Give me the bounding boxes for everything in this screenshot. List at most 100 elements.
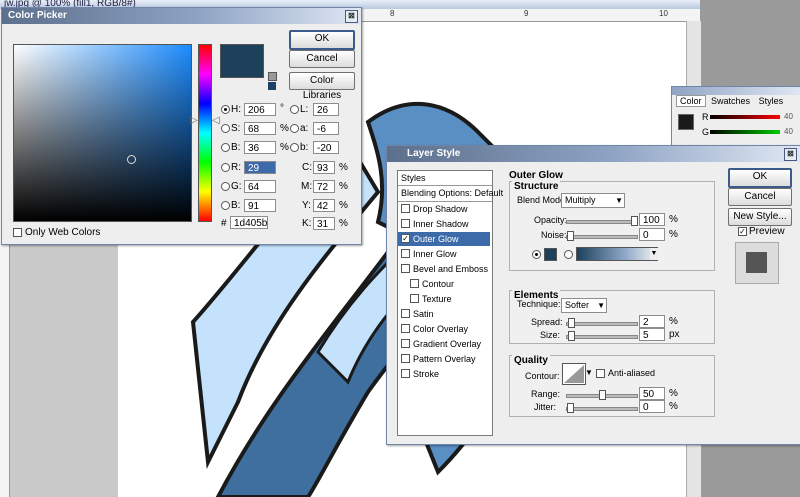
blend-mode-select[interactable]: Multiply ▼ — [561, 193, 625, 208]
l-radio[interactable] — [290, 105, 299, 114]
lab-b-field[interactable]: -20 — [313, 141, 339, 154]
hue-right-arrow-icon[interactable]: ◁ — [212, 115, 220, 126]
style-item-inner-shadow[interactable]: Inner Shadow — [398, 217, 490, 231]
style-item-checkbox[interactable] — [401, 324, 410, 333]
spread-field[interactable]: 2 — [639, 315, 665, 328]
style-item-checkbox[interactable] — [401, 204, 410, 213]
style-item-drop-shadow[interactable]: Drop Shadow — [398, 202, 490, 216]
style-item-stroke[interactable]: Stroke — [398, 367, 490, 381]
h-field[interactable]: 206 — [244, 103, 276, 116]
r-field[interactable]: 29 — [244, 161, 276, 174]
style-item-contour[interactable]: Contour — [398, 277, 490, 291]
preview-checkbox[interactable]: ✓ — [738, 227, 747, 236]
style-item-color-overlay[interactable]: Color Overlay — [398, 322, 490, 336]
range-field[interactable]: 50 — [639, 387, 665, 400]
color-picker-titlebar[interactable]: Color Picker ⊠ — [2, 8, 361, 24]
style-item-pattern-overlay[interactable]: Pattern Overlay — [398, 352, 490, 366]
g-radio[interactable] — [221, 182, 230, 191]
chevron-down-icon[interactable]: ▼ — [585, 368, 593, 377]
style-item-outer-glow[interactable]: ✓ Outer Glow — [398, 232, 490, 246]
s-radio[interactable] — [221, 124, 230, 133]
size-slider[interactable] — [566, 331, 638, 341]
hue-left-arrow-icon[interactable]: ▷ — [190, 115, 198, 126]
m-field[interactable]: 72 — [313, 180, 335, 193]
gradient-radio[interactable] — [564, 250, 573, 259]
style-item-texture[interactable]: Texture — [398, 292, 490, 306]
spread-slider[interactable] — [566, 318, 638, 328]
close-icon[interactable]: ⊠ — [784, 148, 797, 161]
c-field[interactable]: 93 — [313, 161, 335, 174]
g-field[interactable]: 64 — [244, 180, 276, 193]
anti-aliased-checkbox[interactable] — [596, 369, 605, 378]
technique-select[interactable]: Softer ▼ — [561, 298, 607, 313]
tab-swatches[interactable]: Swatches — [708, 96, 753, 106]
y-field[interactable]: 42 — [313, 199, 335, 212]
noise-slider[interactable] — [566, 231, 638, 241]
tab-color[interactable]: Color — [676, 95, 706, 107]
size-slider-thumb[interactable] — [568, 331, 575, 341]
g-slider[interactable] — [710, 130, 780, 134]
jitter-slider-thumb[interactable] — [567, 403, 574, 413]
color-field-picker-ring[interactable] — [127, 155, 136, 164]
tab-styles[interactable]: Styles — [756, 96, 787, 106]
noise-field[interactable]: 0 — [639, 228, 665, 241]
k-field[interactable]: 31 — [313, 217, 335, 230]
chevron-down-icon[interactable]: ▼ — [615, 194, 623, 207]
foreground-swatch[interactable] — [678, 114, 694, 130]
lab-b-radio[interactable] — [290, 143, 299, 152]
jitter-field[interactable]: 0 — [639, 400, 665, 413]
r-value[interactable]: 40 — [784, 112, 793, 121]
blending-options[interactable]: Blending Options: Default — [401, 186, 503, 200]
blue-radio[interactable] — [221, 201, 230, 210]
range-slider[interactable] — [566, 390, 638, 400]
style-item-checkbox[interactable] — [401, 264, 410, 273]
styles-header[interactable]: Styles — [401, 171, 493, 185]
style-item-checkbox[interactable]: ✓ — [401, 234, 410, 243]
h-radio[interactable] — [221, 105, 230, 114]
b-radio[interactable] — [221, 143, 230, 152]
web-color-swatch[interactable] — [268, 82, 276, 90]
style-item-checkbox[interactable] — [401, 339, 410, 348]
l-field[interactable]: 26 — [313, 103, 339, 116]
a-field[interactable]: -6 — [313, 122, 339, 135]
cancel-button[interactable]: Cancel — [289, 50, 355, 68]
ok-button[interactable]: OK — [728, 168, 792, 188]
r-radio[interactable] — [221, 163, 230, 172]
noise-slider-thumb[interactable] — [567, 231, 574, 241]
blue-field[interactable]: 91 — [244, 199, 276, 212]
contour-picker[interactable] — [562, 363, 586, 385]
spread-slider-thumb[interactable] — [568, 318, 575, 328]
style-item-checkbox[interactable] — [401, 354, 410, 363]
chevron-down-icon[interactable]: ▼ — [597, 299, 605, 312]
b-field[interactable]: 36 — [244, 141, 276, 154]
range-slider-thumb[interactable] — [599, 390, 606, 400]
style-item-checkbox[interactable] — [410, 279, 419, 288]
color-field[interactable] — [13, 44, 192, 222]
color-libraries-button[interactable]: Color Libraries — [289, 72, 355, 101]
web-color-cube-icon[interactable] — [268, 72, 277, 81]
hue-slider[interactable] — [198, 44, 212, 222]
style-item-checkbox[interactable] — [401, 369, 410, 378]
solid-color-radio[interactable] — [532, 250, 541, 259]
style-item-satin[interactable]: Satin — [398, 307, 490, 321]
jitter-slider[interactable] — [566, 403, 638, 413]
hex-field[interactable]: 1d405b — [230, 216, 268, 229]
glow-gradient-swatch[interactable]: ▼ — [576, 247, 658, 261]
size-field[interactable]: 5 — [639, 328, 665, 341]
style-item-checkbox[interactable] — [410, 294, 419, 303]
chevron-down-icon[interactable]: ▼ — [650, 248, 658, 260]
s-field[interactable]: 68 — [244, 122, 276, 135]
new-style-button[interactable]: New Style... — [728, 208, 792, 226]
g-value[interactable]: 40 — [784, 127, 793, 136]
glow-color-swatch[interactable] — [544, 248, 557, 261]
a-radio[interactable] — [290, 124, 299, 133]
r-slider[interactable] — [710, 115, 780, 119]
style-item-inner-glow[interactable]: Inner Glow — [398, 247, 490, 261]
style-item-checkbox[interactable] — [401, 249, 410, 258]
layer-style-titlebar[interactable]: Layer Style ⊠ — [387, 146, 800, 162]
cancel-button[interactable]: Cancel — [728, 188, 792, 206]
opacity-slider[interactable] — [566, 216, 638, 226]
style-item-gradient-overlay[interactable]: Gradient Overlay — [398, 337, 490, 351]
style-item-checkbox[interactable] — [401, 309, 410, 318]
close-icon[interactable]: ⊠ — [345, 10, 358, 23]
